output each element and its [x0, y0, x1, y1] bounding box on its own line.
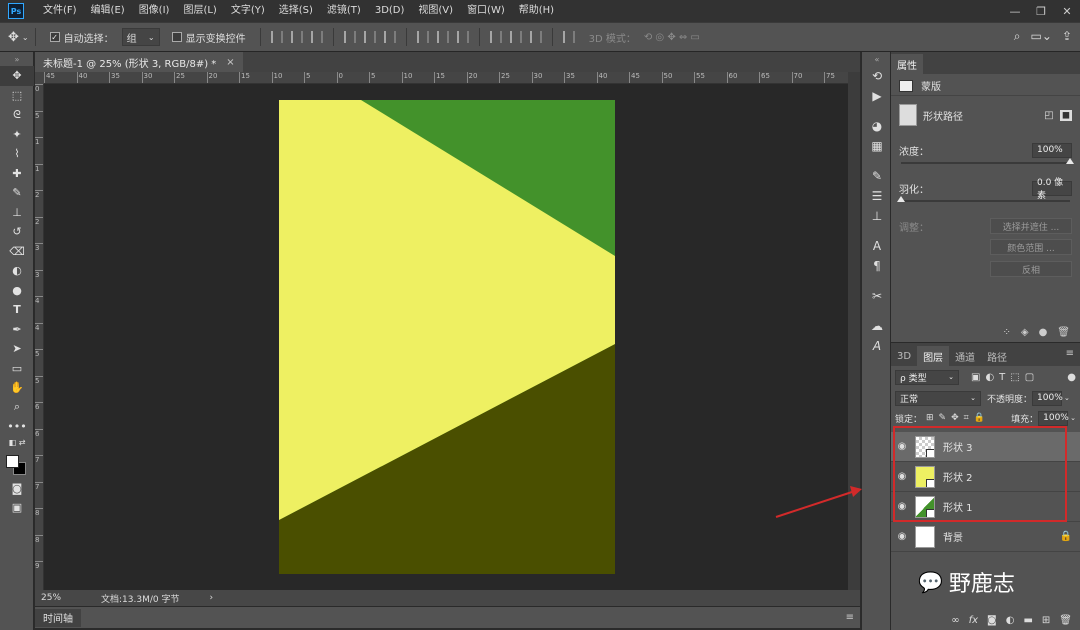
- watermark-text: 野鹿志: [948, 572, 1015, 597]
- annotation-arrow: [775, 486, 862, 518]
- wechat-icon: 💬: [918, 570, 943, 594]
- watermark: 💬 野鹿志: [918, 566, 1015, 598]
